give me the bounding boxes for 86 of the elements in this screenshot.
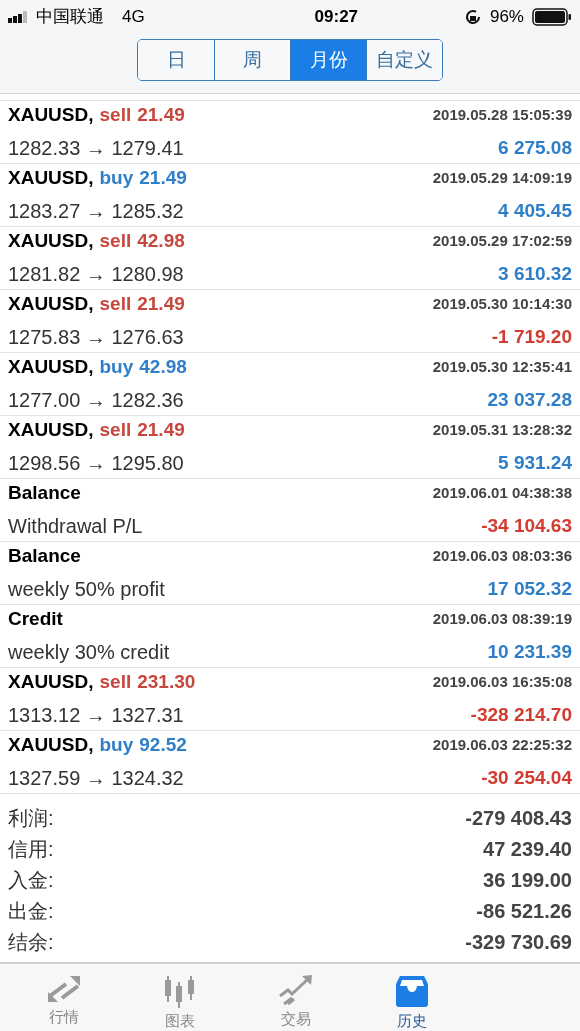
price-change: 1281.82 → 1280.98	[8, 261, 184, 287]
price-change: 1277.00 → 1282.36	[8, 387, 184, 413]
deal-time: 2019.05.30 12:35:41	[432, 357, 572, 378]
symbol-label: XAUUSD,	[8, 418, 94, 443]
summary-value: -329 730.69	[465, 929, 572, 955]
symbol-label: XAUUSD,	[8, 229, 94, 254]
profit-amount: -1 719.20	[491, 324, 572, 349]
order-volume: 92.52	[139, 733, 187, 758]
summary-label: 信用:	[8, 836, 54, 862]
order-volume: 21.49	[137, 418, 185, 443]
profit-amount: 4 405.45	[498, 198, 572, 223]
clock-time: 09:27	[314, 6, 359, 29]
operation-type: Balance	[8, 481, 81, 506]
order-side: buy	[99, 733, 134, 758]
order-volume: 21.49	[139, 166, 187, 191]
order-side: sell	[99, 103, 132, 128]
summary-value: -279 408.43	[465, 805, 572, 831]
symbol-label: XAUUSD,	[8, 733, 94, 758]
summary-value: 47 239.40	[483, 836, 572, 862]
order-volume: 231.30	[137, 670, 196, 695]
operation-comment: Withdrawal P/L	[8, 513, 143, 539]
nav-tab[interactable]: 图表	[122, 974, 238, 1031]
deal-time: 2019.05.30 10:14:30	[432, 294, 572, 315]
deal-time: 2019.06.03 22:25:32	[432, 735, 572, 756]
deal-time: 2019.06.01 04:38:38	[432, 483, 572, 504]
symbol-label: XAUUSD,	[8, 166, 94, 191]
profit-amount: 6 275.08	[498, 135, 572, 160]
price-change: 1275.83 → 1276.63	[8, 324, 184, 350]
order-volume: 42.98	[139, 355, 187, 380]
order-volume: 21.49	[137, 103, 185, 128]
order-side: sell	[99, 670, 132, 695]
summary-value: 36 199.00	[483, 867, 572, 893]
operation-comment: weekly 30% credit	[8, 639, 170, 665]
profit-amount: -30 254.04	[481, 765, 572, 790]
network-type: 4G	[122, 6, 145, 29]
deal-time: 2019.06.03 08:39:19	[432, 609, 572, 630]
price-change: 1282.33 → 1279.41	[8, 135, 184, 161]
period-tab[interactable]: 自定义	[366, 40, 442, 80]
price-change: 1327.59 → 1324.32	[8, 765, 184, 791]
summary-label: 利润:	[8, 805, 54, 831]
symbol-label: XAUUSD,	[8, 670, 94, 695]
profit-amount: 3 610.32	[498, 261, 572, 286]
profit-amount: 17 052.32	[487, 576, 572, 601]
symbol-label: XAUUSD,	[8, 103, 94, 128]
deal-time: 2019.05.28 15:05:39	[432, 105, 572, 126]
deal-time: 2019.06.03 16:35:08	[432, 672, 572, 693]
trend-arrow-icon	[278, 974, 314, 1006]
order-volume: 42.98	[137, 229, 185, 254]
nav-tab[interactable]: 行情	[6, 974, 122, 1029]
signal-icon	[8, 11, 30, 23]
deal-time: 2019.06.03 08:03:36	[432, 546, 572, 567]
order-volume: 21.49	[137, 292, 185, 317]
summary-label: 出金:	[8, 898, 54, 924]
nav-tab[interactable]: 交易	[238, 974, 354, 1031]
order-side: sell	[99, 292, 132, 317]
price-change: 1313.12 → 1327.31	[8, 702, 184, 728]
summary-label: 入金:	[8, 867, 54, 893]
carrier-name: 中国联通	[36, 6, 104, 29]
deal-time: 2019.05.31 13:28:32	[432, 420, 572, 441]
rotation-lock-icon	[463, 8, 482, 26]
battery-icon	[532, 8, 572, 26]
order-side: buy	[99, 355, 134, 380]
operation-type: Balance	[8, 544, 81, 569]
price-change: 1298.56 → 1295.80	[8, 450, 184, 476]
nav-tab[interactable]: 历史	[354, 974, 470, 1031]
profit-amount: -328 214.70	[470, 702, 572, 727]
order-side: sell	[99, 418, 132, 443]
operation-type: Credit	[8, 607, 63, 632]
profit-amount: 23 037.28	[487, 387, 572, 412]
summary-label: 结余:	[8, 929, 54, 955]
profit-amount: 5 931.24	[498, 450, 572, 475]
price-change: 1283.27 → 1285.32	[8, 198, 184, 224]
battery-percent: 96%	[489, 6, 524, 29]
operation-comment: weekly 50% profit	[8, 576, 165, 602]
profit-amount: 10 231.39	[487, 639, 572, 664]
deal-time: 2019.05.29 17:02:59	[432, 231, 572, 252]
order-side: sell	[99, 229, 132, 254]
period-tab[interactable]: 月份	[290, 40, 366, 80]
symbol-label: XAUUSD,	[8, 355, 94, 380]
order-side: buy	[99, 166, 134, 191]
double-arrow-icon	[46, 974, 82, 1004]
inbox-tray-icon	[394, 974, 430, 1008]
summary-value: -86 521.26	[476, 898, 572, 924]
symbol-label: XAUUSD,	[8, 292, 94, 317]
deal-time: 2019.05.29 14:09:19	[432, 168, 572, 189]
profit-amount: -34 104.63	[481, 513, 572, 538]
